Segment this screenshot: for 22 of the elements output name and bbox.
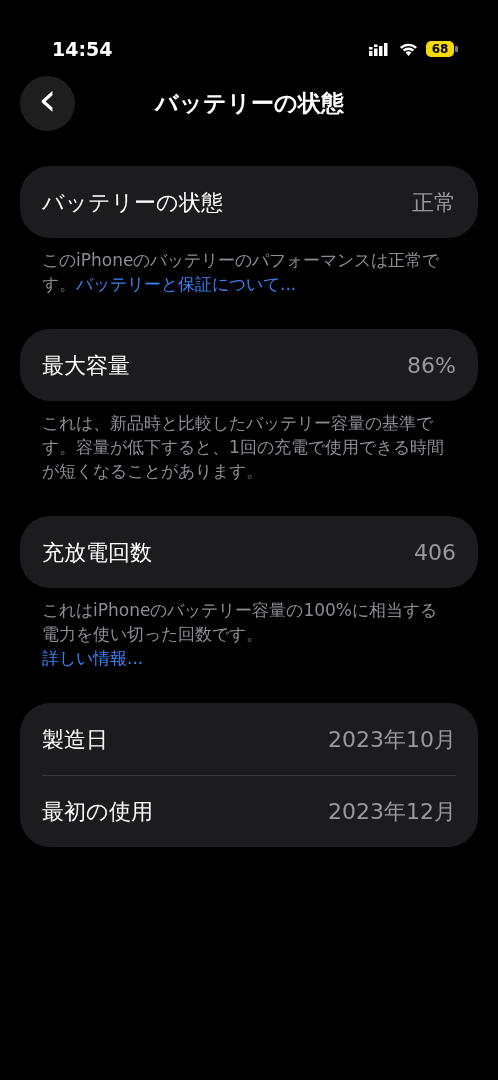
battery-indicator: 68: [426, 41, 454, 57]
signal-icon: [369, 42, 391, 56]
row-value: 86%: [407, 351, 456, 380]
battery-cap-icon: [455, 46, 458, 52]
row-label: 充放電回数: [42, 538, 152, 567]
footer-note: これは、新品時と比較したバッテリー容量の基準です。容量が低下すると、1回の充電で使用できる時間が短くなることがあります。: [41, 412, 445, 483]
wifi-icon: [399, 42, 418, 56]
row-value: 2023年12月: [328, 798, 456, 826]
page-title: バッテリーの状態: [154, 89, 344, 118]
info-link[interactable]: バッテリーと保証について...: [76, 274, 297, 294]
info-link[interactable]: 詳しい情報...: [42, 646, 144, 670]
clock: 14:54: [52, 36, 113, 62]
row-value: 406: [414, 538, 456, 567]
row-value: 正常: [412, 188, 456, 217]
back-button[interactable]: ‹: [20, 75, 75, 131]
row-label: バッテリーの状態: [42, 188, 223, 217]
row-label: 最初の使用: [42, 798, 153, 826]
footer-note: これはiPhoneのバッテリー容量の100%に相当する電力を使い切った回数です。 詳しい情報...: [41, 599, 438, 670]
footer-note: このiPhoneのバッテリーのパフォーマンスは正常です。バッテリーと保証について...: [41, 249, 441, 296]
row-label: 最大容量: [42, 351, 130, 380]
row-label: 製造日: [42, 725, 108, 754]
row-value: 2023年10月: [328, 725, 456, 754]
